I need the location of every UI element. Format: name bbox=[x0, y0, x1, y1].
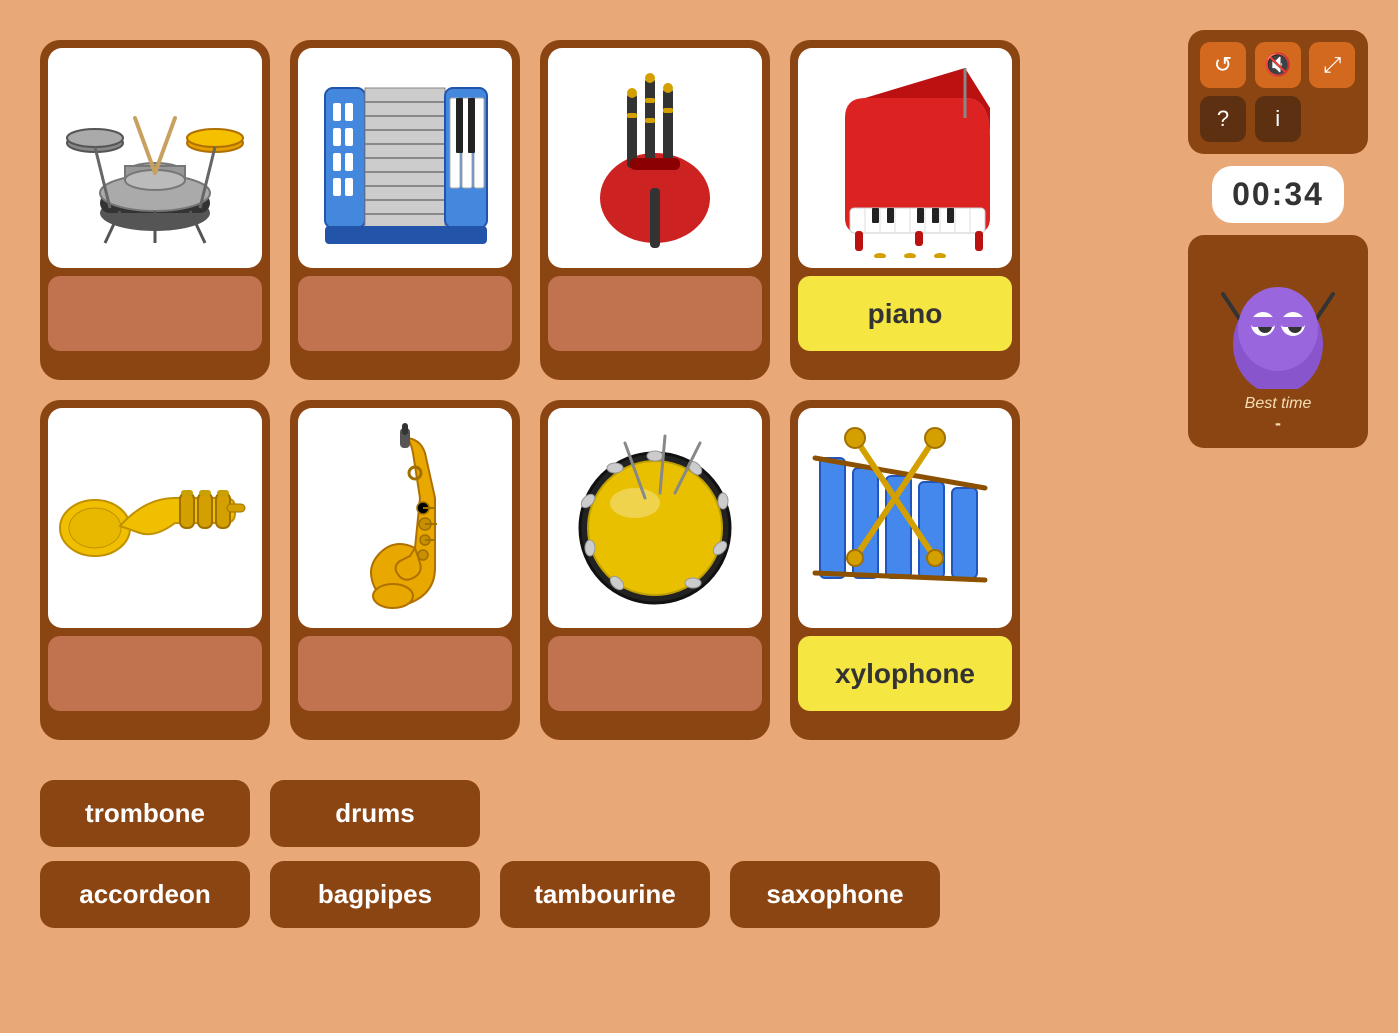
mute-button[interactable]: 🔇 bbox=[1255, 42, 1301, 88]
accordion-svg bbox=[305, 58, 505, 258]
word-bagpipes[interactable]: bagpipes bbox=[270, 861, 480, 928]
card-drums-label bbox=[48, 276, 262, 351]
card-tambourine[interactable] bbox=[540, 400, 770, 740]
card-drums-image bbox=[48, 48, 262, 268]
control-panel: ↺ 🔇 ⤢ ? i bbox=[1188, 30, 1368, 154]
mascot-box: Best time - bbox=[1188, 235, 1368, 448]
restart-button[interactable]: ↺ bbox=[1200, 42, 1246, 88]
help-button[interactable]: ? bbox=[1200, 96, 1246, 142]
card-trumpet-label bbox=[48, 636, 262, 711]
sidebar: ↺ 🔇 ⤢ ? i 00:34 Best time - bbox=[1188, 30, 1368, 448]
drums-svg bbox=[55, 58, 255, 258]
card-trumpet-image bbox=[48, 408, 262, 628]
xylophone-svg bbox=[805, 418, 1005, 618]
saxophone-svg bbox=[305, 418, 505, 618]
card-xylophone-label: xylophone bbox=[798, 636, 1012, 711]
card-grid: piano bbox=[40, 40, 1040, 740]
word-drums[interactable]: drums bbox=[270, 780, 480, 847]
word-saxophone[interactable]: saxophone bbox=[730, 861, 940, 928]
mascot-svg bbox=[1213, 249, 1343, 389]
timer-display: 00:34 bbox=[1212, 166, 1344, 223]
card-trumpet[interactable] bbox=[40, 400, 270, 740]
card-accordion-image bbox=[298, 48, 512, 268]
card-xylophone-image bbox=[798, 408, 1012, 628]
word-trombone[interactable]: trombone bbox=[40, 780, 250, 847]
card-bagpipes-label bbox=[548, 276, 762, 351]
tambourine-svg bbox=[555, 418, 755, 618]
card-tambourine-label bbox=[548, 636, 762, 711]
card-drums[interactable] bbox=[40, 40, 270, 380]
card-piano[interactable]: piano bbox=[790, 40, 1020, 380]
bagpipes-svg bbox=[555, 58, 755, 258]
card-saxophone[interactable] bbox=[290, 400, 520, 740]
card-accordion[interactable] bbox=[290, 40, 520, 380]
info-button[interactable]: i bbox=[1255, 96, 1301, 142]
card-xylophone[interactable]: xylophone bbox=[790, 400, 1020, 740]
best-time-value: - bbox=[1275, 413, 1281, 434]
fullscreen-button[interactable]: ⤢ bbox=[1309, 42, 1355, 88]
card-accordion-label bbox=[298, 276, 512, 351]
best-time-label: Best time bbox=[1245, 395, 1312, 413]
card-bagpipes[interactable] bbox=[540, 40, 770, 380]
game-area: piano bbox=[40, 40, 1040, 928]
word-accordeon[interactable]: accordeon bbox=[40, 861, 250, 928]
word-row-2: accordeon bagpipes tambourine saxophone bbox=[40, 861, 1040, 928]
card-saxophone-label bbox=[298, 636, 512, 711]
trumpet-svg bbox=[55, 418, 255, 618]
card-saxophone-image bbox=[298, 408, 512, 628]
word-row-1: trombone drums bbox=[40, 780, 1040, 847]
piano-svg bbox=[805, 58, 1005, 258]
card-piano-image bbox=[798, 48, 1012, 268]
word-bank: trombone drums accordeon bagpipes tambou… bbox=[40, 780, 1040, 928]
card-tambourine-image bbox=[548, 408, 762, 628]
card-piano-label: piano bbox=[798, 276, 1012, 351]
card-bagpipes-image bbox=[548, 48, 762, 268]
word-tambourine[interactable]: tambourine bbox=[500, 861, 710, 928]
